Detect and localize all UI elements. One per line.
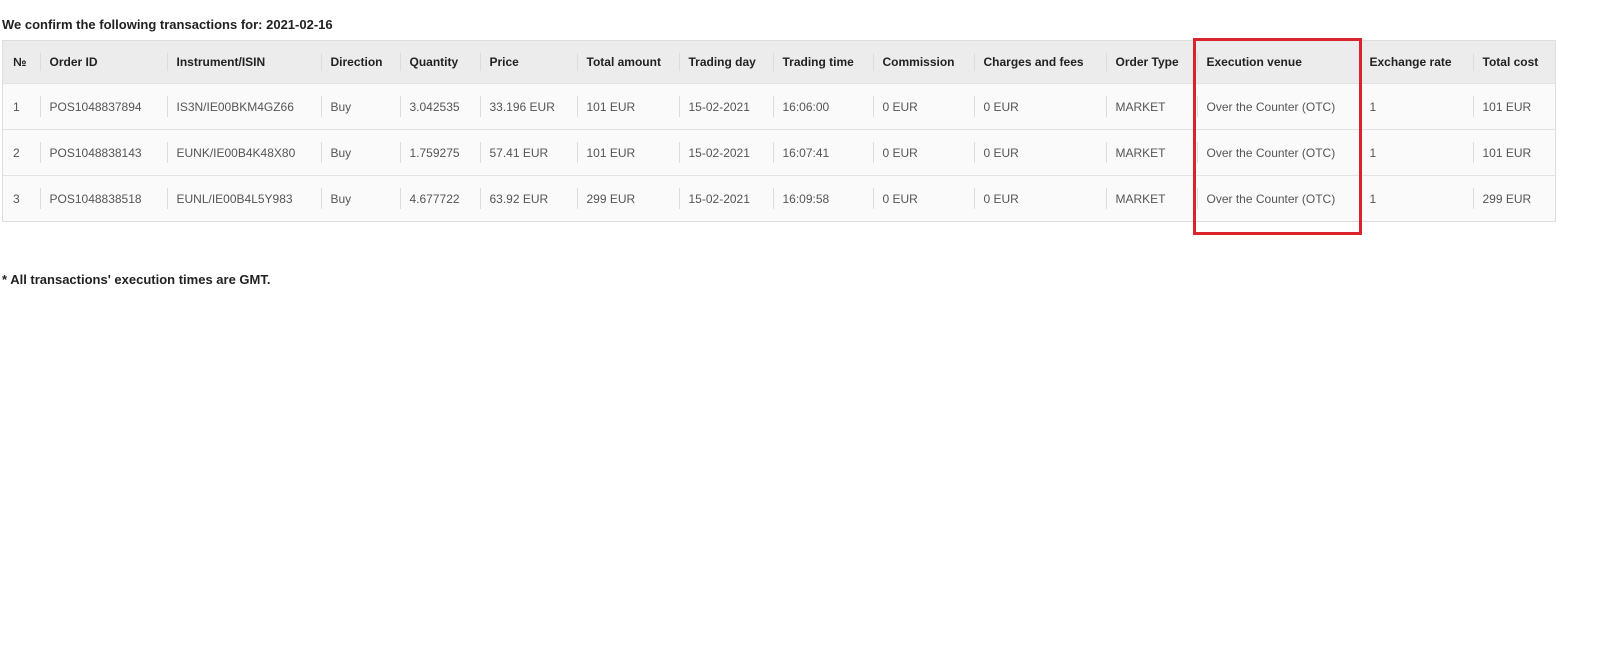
cell-charges-and-fees: 0 EUR (973, 175, 1106, 222)
cell-number: 1 (2, 83, 40, 130)
cell-direction: Buy (320, 83, 400, 130)
cell-quantity: 3.042535 (399, 83, 480, 130)
column-header-execution-venue: Execution venue (1196, 40, 1360, 84)
table-row: 3 POS1048838518 EUNL/IE00B4L5Y983 Buy 4.… (2, 175, 1556, 222)
cell-trading-time: 16:09:58 (772, 175, 873, 222)
table-row: 2 POS1048838143 EUNK/IE00B4K48X80 Buy 1.… (2, 129, 1556, 176)
column-header-number: № (2, 40, 40, 84)
cell-trading-day: 15-02-2021 (678, 175, 773, 222)
table-header-row: № Order ID Instrument/ISIN Direction Qua… (2, 40, 1556, 84)
cell-order-id: POS1048838518 (39, 175, 167, 222)
cell-total-amount: 101 EUR (576, 83, 679, 130)
cell-price: 63.92 EUR (479, 175, 577, 222)
cell-instrument-isin: EUNK/IE00B4K48X80 (166, 129, 321, 176)
cell-order-type: MARKET (1105, 129, 1197, 176)
cell-price: 33.196 EUR (479, 83, 577, 130)
column-header-charges-and-fees: Charges and fees (973, 40, 1106, 84)
cell-quantity: 1.759275 (399, 129, 480, 176)
cell-exchange-rate: 1 (1359, 83, 1473, 130)
cell-price: 57.41 EUR (479, 129, 577, 176)
column-header-total-cost: Total cost (1472, 40, 1556, 84)
cell-number: 3 (2, 175, 40, 222)
cell-instrument-isin: IS3N/IE00BKM4GZ66 (166, 83, 321, 130)
cell-trading-time: 16:06:00 (772, 83, 873, 130)
cell-order-type: MARKET (1105, 83, 1197, 130)
column-header-quantity: Quantity (399, 40, 480, 84)
cell-total-amount: 299 EUR (576, 175, 679, 222)
cell-order-id: POS1048837894 (39, 83, 167, 130)
cell-charges-and-fees: 0 EUR (973, 129, 1106, 176)
cell-execution-venue: Over the Counter (OTC) (1196, 129, 1360, 176)
column-header-exchange-rate: Exchange rate (1359, 40, 1473, 84)
column-header-order-type: Order Type (1105, 40, 1197, 84)
cell-commission: 0 EUR (872, 83, 974, 130)
column-header-direction: Direction (320, 40, 400, 84)
cell-execution-venue: Over the Counter (OTC) (1196, 175, 1360, 222)
column-header-trading-day: Trading day (678, 40, 773, 84)
column-header-trading-time: Trading time (772, 40, 873, 84)
cell-trading-day: 15-02-2021 (678, 83, 773, 130)
cell-instrument-isin: EUNL/IE00B4L5Y983 (166, 175, 321, 222)
table-row: 1 POS1048837894 IS3N/IE00BKM4GZ66 Buy 3.… (2, 83, 1556, 130)
column-header-price: Price (479, 40, 577, 84)
footnote-gmt: * All transactions' execution times are … (2, 272, 271, 287)
cell-quantity: 4.677722 (399, 175, 480, 222)
cell-total-cost: 299 EUR (1472, 175, 1556, 222)
cell-commission: 0 EUR (872, 129, 974, 176)
cell-number: 2 (2, 129, 40, 176)
cell-direction: Buy (320, 129, 400, 176)
column-header-instrument-isin: Instrument/ISIN (166, 40, 321, 84)
cell-trading-day: 15-02-2021 (678, 129, 773, 176)
cell-total-cost: 101 EUR (1472, 129, 1556, 176)
page-title: We confirm the following transactions fo… (2, 17, 333, 32)
cell-order-type: MARKET (1105, 175, 1197, 222)
cell-order-id: POS1048838143 (39, 129, 167, 176)
cell-total-cost: 101 EUR (1472, 83, 1556, 130)
cell-execution-venue: Over the Counter (OTC) (1196, 83, 1360, 130)
column-header-total-amount: Total amount (576, 40, 679, 84)
column-header-order-id: Order ID (39, 40, 167, 84)
cell-trading-time: 16:07:41 (772, 129, 873, 176)
cell-exchange-rate: 1 (1359, 175, 1473, 222)
cell-exchange-rate: 1 (1359, 129, 1473, 176)
transactions-table: № Order ID Instrument/ISIN Direction Qua… (2, 40, 1556, 222)
transaction-confirmation-page: We confirm the following transactions fo… (0, 0, 1607, 648)
cell-commission: 0 EUR (872, 175, 974, 222)
cell-total-amount: 101 EUR (576, 129, 679, 176)
column-header-commission: Commission (872, 40, 974, 84)
cell-direction: Buy (320, 175, 400, 222)
cell-charges-and-fees: 0 EUR (973, 83, 1106, 130)
